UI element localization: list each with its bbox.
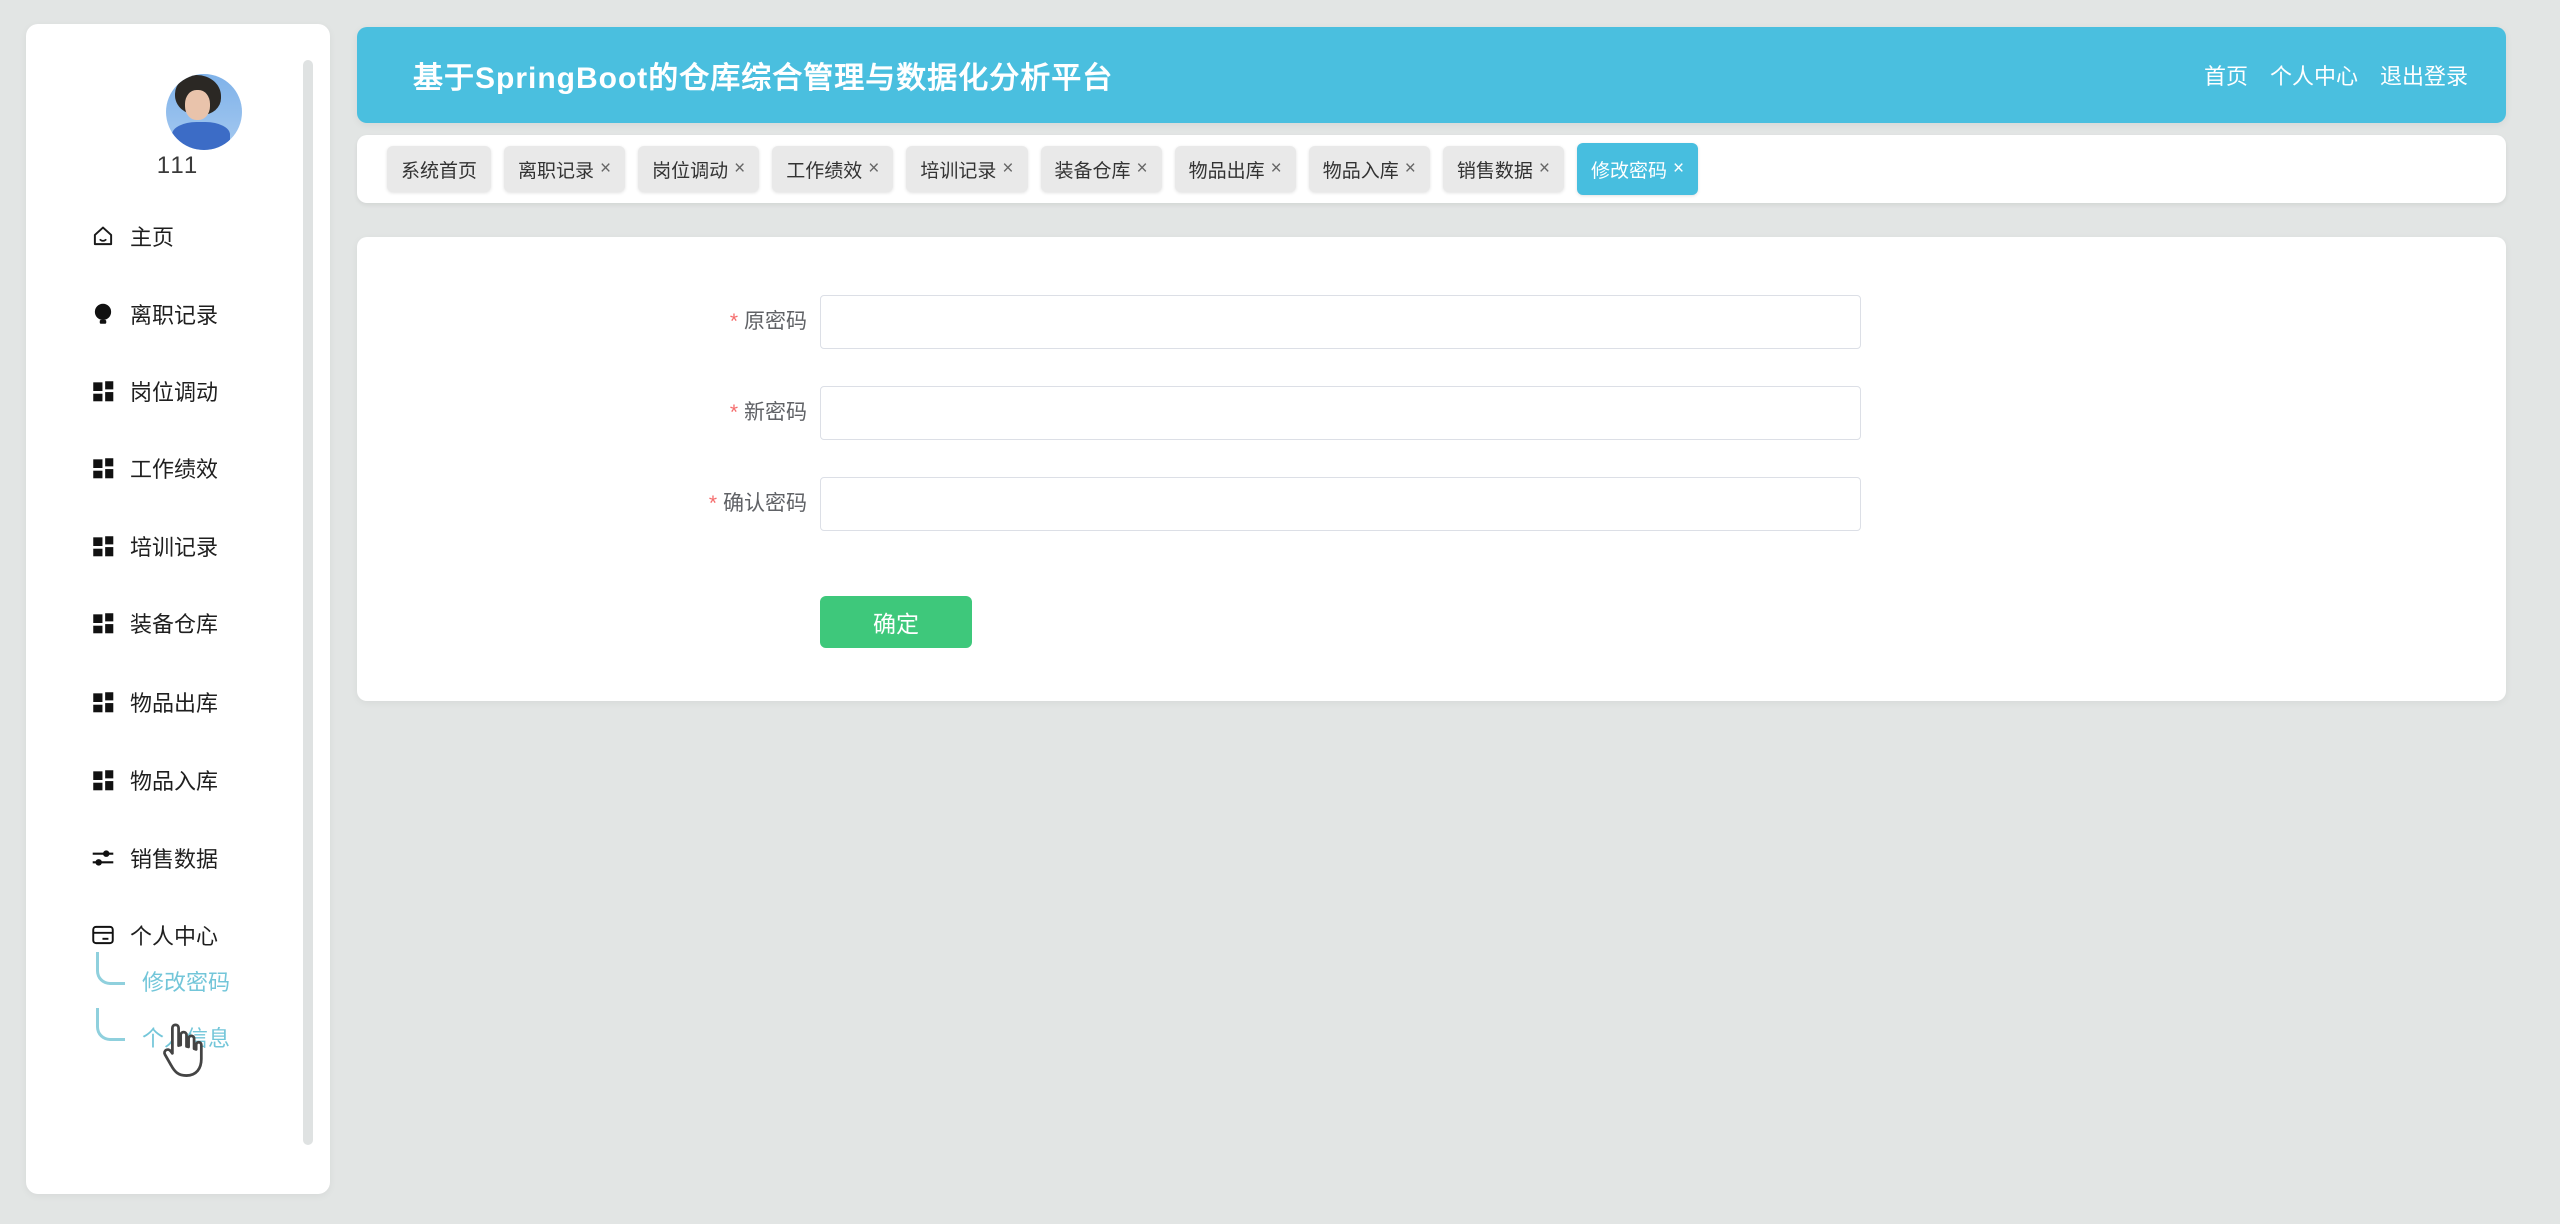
avatar-shirt	[172, 122, 230, 150]
sidebar-item-outbound[interactable]: 物品出库	[26, 680, 330, 724]
grid-icon	[90, 767, 116, 793]
change-password-panel: *原密码 *新密码 *确认密码 确定	[357, 237, 2506, 701]
sidebar-item-transfer[interactable]: 岗位调动	[26, 369, 330, 413]
confirm-password-input[interactable]	[820, 477, 1861, 531]
tab-label: 工作绩效	[786, 156, 862, 183]
app-header: 基于SpringBoot的仓库综合管理与数据化分析平台 首页 个人中心 退出登录	[357, 27, 2506, 123]
close-icon[interactable]: ×	[1673, 158, 1684, 180]
sidebar-item-label: 培训记录	[130, 530, 218, 562]
sidebar-item-performance[interactable]: 工作绩效	[26, 446, 330, 490]
sidebar-item-label: 离职记录	[130, 298, 218, 330]
grid-icon	[90, 533, 116, 559]
tab-label: 岗位调动	[652, 156, 728, 183]
close-icon[interactable]: ×	[1137, 158, 1148, 180]
nav-logout-link[interactable]: 退出登录	[2380, 59, 2468, 91]
home-icon	[90, 223, 116, 249]
sidebar-item-personal-center[interactable]: 个人中心	[26, 913, 330, 957]
sidebar-item-resignation[interactable]: 离职记录	[26, 292, 330, 336]
close-icon[interactable]: ×	[1002, 158, 1013, 180]
close-icon[interactable]: ×	[734, 158, 745, 180]
tab-label: 修改密码	[1591, 156, 1667, 183]
sidebar-item-label: 主页	[130, 220, 174, 252]
close-icon[interactable]: ×	[1271, 158, 1282, 180]
tab-resignation[interactable]: 离职记录 ×	[504, 146, 625, 192]
sidebar-subitem-personal-info[interactable]: 个人信息	[142, 1019, 230, 1055]
confirm-password-label: *确认密码	[487, 477, 807, 531]
sidebar-item-label: 工作绩效	[130, 452, 218, 484]
grid-icon	[90, 378, 116, 404]
confirm-button[interactable]: 确定	[820, 596, 972, 648]
old-password-input[interactable]	[820, 295, 1861, 349]
sidebar-item-label: 装备仓库	[130, 607, 218, 639]
username: 111	[26, 152, 330, 180]
tab-label: 物品入库	[1323, 156, 1399, 183]
tab-performance[interactable]: 工作绩效 ×	[772, 146, 893, 192]
tab-equipment[interactable]: 装备仓库 ×	[1041, 146, 1162, 192]
submenu-connector	[96, 1008, 125, 1041]
sidebar-scrollbar[interactable]	[303, 60, 313, 1145]
tab-label: 系统首页	[401, 156, 477, 183]
tab-inbound[interactable]: 物品入库 ×	[1309, 146, 1430, 192]
tab-change-password[interactable]: 修改密码 ×	[1577, 143, 1698, 195]
sidebar-item-equipment[interactable]: 装备仓库	[26, 601, 330, 645]
sidebar-subitem-change-password[interactable]: 修改密码	[142, 963, 230, 999]
new-password-label: *新密码	[487, 386, 807, 440]
close-icon[interactable]: ×	[600, 158, 611, 180]
close-icon[interactable]: ×	[1539, 158, 1550, 180]
sliders-icon	[90, 845, 116, 871]
header-nav: 首页 个人中心 退出登录	[2204, 59, 2468, 91]
tab-bar: 系统首页 离职记录 × 岗位调动 × 工作绩效 × 培训记录 × 装备仓库 × 物品出库 ×…	[357, 135, 2506, 203]
page-title: 基于SpringBoot的仓库综合管理与数据化分析平台	[413, 53, 1113, 97]
sidebar-item-inbound[interactable]: 物品入库	[26, 758, 330, 802]
avatar-face	[185, 90, 210, 120]
sidebar-item-home[interactable]: 主页	[26, 214, 330, 258]
bulb-icon	[90, 301, 116, 327]
sidebar-item-label: 销售数据	[130, 842, 218, 874]
sidebar-item-label: 个人中心	[130, 919, 218, 951]
sidebar-item-label: 岗位调动	[130, 375, 218, 407]
submenu-item-label: 个人信息	[142, 1021, 230, 1053]
sidebar-item-label: 物品出库	[130, 686, 218, 718]
nav-personal-center-link[interactable]: 个人中心	[2270, 59, 2358, 91]
old-password-label: *原密码	[487, 295, 807, 349]
tab-outbound[interactable]: 物品出库 ×	[1175, 146, 1296, 192]
tab-transfer[interactable]: 岗位调动 ×	[638, 146, 759, 192]
card-icon	[90, 922, 116, 948]
tab-label: 物品出库	[1189, 156, 1265, 183]
required-mark: *	[730, 401, 738, 424]
submenu-item-label: 修改密码	[142, 965, 230, 997]
tab-label: 培训记录	[920, 156, 996, 183]
required-mark: *	[730, 310, 738, 333]
tab-label: 销售数据	[1457, 156, 1533, 183]
close-icon[interactable]: ×	[1405, 158, 1416, 180]
grid-icon	[90, 455, 116, 481]
new-password-input[interactable]	[820, 386, 1861, 440]
tab-system-home[interactable]: 系统首页	[387, 146, 491, 192]
tab-training[interactable]: 培训记录 ×	[906, 146, 1027, 192]
grid-icon	[90, 610, 116, 636]
sidebar-item-sales[interactable]: 销售数据	[26, 836, 330, 880]
nav-home-link[interactable]: 首页	[2204, 59, 2248, 91]
sidebar-item-training[interactable]: 培训记录	[26, 524, 330, 568]
avatar[interactable]	[166, 74, 242, 150]
close-icon[interactable]: ×	[868, 158, 879, 180]
tab-label: 装备仓库	[1055, 156, 1131, 183]
submenu-connector	[96, 952, 125, 985]
required-mark: *	[709, 492, 717, 515]
grid-icon	[90, 689, 116, 715]
sidebar: 111 主页 离职记录 岗位调动 工作绩效 培训记录 装备仓库	[26, 24, 330, 1194]
sidebar-item-label: 物品入库	[130, 764, 218, 796]
tab-sales[interactable]: 销售数据 ×	[1443, 146, 1564, 192]
tab-label: 离职记录	[518, 156, 594, 183]
